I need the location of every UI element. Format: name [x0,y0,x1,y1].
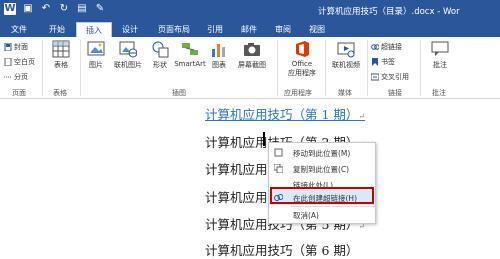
bookmark-label: 书签 [381,58,395,66]
menu-item-cancel[interactable]: 取消(A) [269,207,375,222]
hyperlink-label: 超链接 [381,43,402,51]
highlight-annotation-box [270,187,374,204]
blank-page-label: 空白页 [14,58,35,66]
office-apps-label-line1: Office [291,60,313,68]
camera-icon [243,40,261,58]
bookmark-button[interactable]: 书签 [371,57,395,67]
online-video-label: 联机视频 [332,61,360,69]
shapes-label: 形状 [153,61,167,69]
tab-design[interactable]: 设计 [114,22,146,37]
move-icon [274,148,283,157]
blank-page-button[interactable]: 空白页 [4,57,35,67]
doc-line-1[interactable]: 计算机应用技巧（第 1 期）↵ [205,104,365,123]
smartart-button[interactable]: SmartArt [174,40,206,68]
online-video-button[interactable]: 联机视频 [328,40,364,70]
links-group-label: 链接 [388,89,402,97]
doc-line-6[interactable]: 计算机应用技巧（第 6 期） [205,240,358,259]
page-break-icon [4,73,12,81]
ribbon: 封面 空白页 分页 页面 表格 表格 图片 联机图片 形状 SmartArt 图… [0,37,500,99]
ribbon-separator [80,40,81,96]
save-icon[interactable]: ▣ [22,3,34,15]
chart-label: 图表 [212,61,226,69]
menu-item-move-here[interactable]: 移动到此位置(M) [269,145,375,160]
ribbon-separator [42,40,43,96]
pictures-label: 图片 [89,61,103,69]
cross-reference-icon [370,73,380,81]
office-apps-icon [293,40,311,58]
cover-page-icon [4,42,12,52]
tab-file[interactable]: 文件 [2,22,36,37]
online-video-icon [337,40,355,58]
tab-mailings[interactable]: 邮件 [234,22,264,37]
ribbon-separator [420,40,421,96]
text-cursor [263,132,265,146]
drag-context-menu: 移动到此位置(M) 复制到此位置(C) 链接此处(L) 在此创建超链接(H) 取… [268,142,376,224]
ribbon-separator [367,40,368,96]
blank-page-icon [4,57,12,67]
menu-item-copy-here[interactable]: 复制到此位置(C) [269,161,375,176]
table-button[interactable]: 表格 [48,40,74,70]
cover-page-button[interactable]: 封面 [4,42,28,52]
tab-insert[interactable]: 插入 [76,22,112,37]
chart-button[interactable]: 图表 [208,40,230,70]
undo-icon[interactable]: ↶ [40,3,52,15]
hyperlink-button[interactable]: 超链接 [371,42,402,52]
screenshot-label: 屏幕截图 [238,61,266,69]
comment-label: 批注 [433,61,447,69]
cross-reference-button[interactable]: 交叉引用 [370,72,409,82]
redo-icon[interactable]: ↻ [58,3,70,15]
shapes-button[interactable]: 形状 [148,40,172,70]
shapes-icon [151,40,169,58]
comment-icon [431,40,449,58]
cross-reference-label: 交叉引用 [381,73,409,81]
ribbon-separator [277,40,278,96]
page-break-button[interactable]: 分页 [4,72,28,82]
window-title: 计算机应用技巧（目录）.docx - Wor [318,7,460,17]
word-icon[interactable]: W [4,3,16,15]
cover-page-label: 封面 [14,43,28,51]
tab-home[interactable]: 开始 [40,22,74,37]
ribbon-tab-row: 文件 开始 插入 设计 页面布局 引用 邮件 审阅 视图 [0,20,500,37]
media-group-label: 媒体 [338,89,352,97]
tab-view[interactable]: 视图 [302,22,332,37]
screenshot-button[interactable]: 屏幕截图 [232,40,272,70]
office-apps-button[interactable]: Office 应用程序 [281,40,323,78]
tab-review[interactable]: 审阅 [268,22,298,37]
online-picture-icon [119,40,138,58]
smartart-icon [181,40,199,58]
format-painter-icon[interactable]: ✎ [94,3,106,15]
illustrations-group-label: 插图 [172,89,186,97]
title-bar: W ▣ ↶ ↻ ▤ ✎ 计算机应用技巧（目录）.docx - Wor [0,0,500,20]
smartart-label: SmartArt [174,60,206,68]
online-pictures-label: 联机图片 [114,61,142,69]
bookmark-icon [371,58,379,66]
comments-group-label: 批注 [432,89,446,97]
ribbon-separator [325,40,326,96]
comment-button[interactable]: 批注 [426,40,454,70]
tab-page-layout[interactable]: 页面布局 [150,22,198,37]
chart-icon [210,40,228,58]
quick-access-toolbar: W ▣ ↶ ↻ ▤ ✎ [4,3,106,15]
pages-group-label: 页面 [12,89,26,97]
online-pictures-button[interactable]: 联机图片 [110,40,146,70]
hyperlink-icon [371,43,380,51]
menu-item-label: 移动到此位置(M) [293,149,351,158]
apps-group-label: 应用程序 [284,89,312,97]
table-icon [52,40,70,58]
menu-item-label: 复制到此位置(C) [293,165,350,174]
tables-group-label: 表格 [53,89,67,97]
pictures-button[interactable]: 图片 [84,40,108,70]
page-break-label: 分页 [14,73,28,81]
copy-icon [273,163,284,174]
office-apps-label-line2: 应用程序 [288,69,316,77]
picture-icon [87,40,105,58]
print-preview-icon[interactable]: ▤ [76,3,88,15]
menu-item-label: 取消(A) [293,211,319,220]
tab-references[interactable]: 引用 [200,22,230,37]
table-label: 表格 [54,61,68,69]
